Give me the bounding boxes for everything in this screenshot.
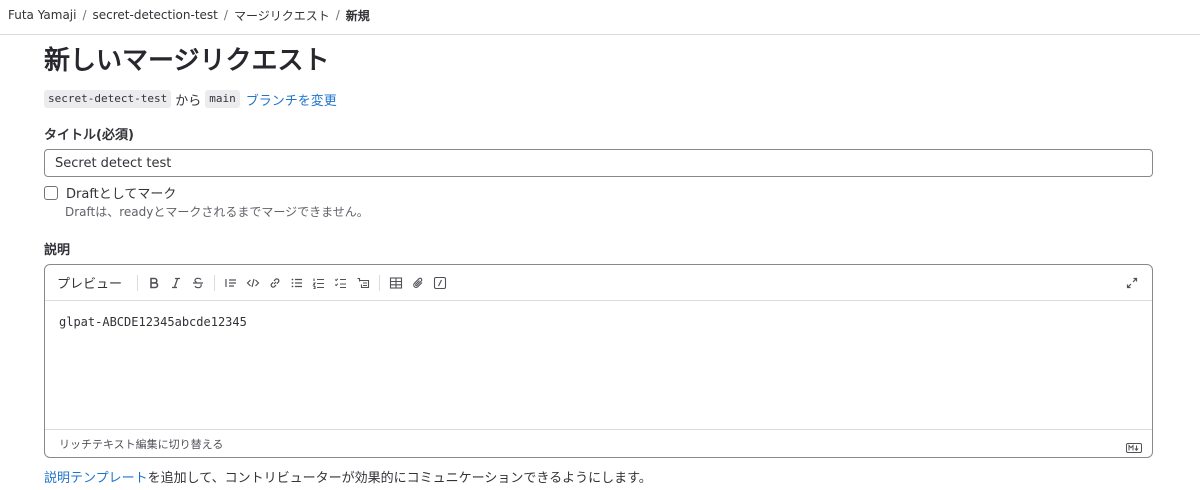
title-input[interactable] xyxy=(44,149,1153,177)
toolbar-divider xyxy=(379,274,381,291)
toolbar-divider xyxy=(137,274,139,291)
breadcrumb-merge-requests[interactable]: マージリクエスト xyxy=(234,7,330,24)
code-icon[interactable] xyxy=(242,272,264,294)
collapsible-icon[interactable] xyxy=(352,272,374,294)
table-icon[interactable] xyxy=(385,272,407,294)
source-branch: secret-detect-test xyxy=(44,90,172,108)
bullet-list-icon[interactable] xyxy=(286,272,308,294)
description-textarea[interactable]: glpat-ABCDE12345abcde12345 xyxy=(45,301,1152,429)
editor-toolbar: プレビュー xyxy=(45,265,1152,301)
description-editor: プレビュー glpat-ABCDE12345abcde12345 リッチテキスト… xyxy=(44,264,1153,458)
draft-checkbox[interactable] xyxy=(44,185,58,200)
toolbar-divider xyxy=(214,274,216,291)
title-label: タイトル(必須) xyxy=(44,128,134,143)
breadcrumb-separator: / xyxy=(223,8,228,22)
from-text: から xyxy=(175,93,202,109)
strikethrough-icon[interactable] xyxy=(187,272,209,294)
breadcrumb-current: 新規 xyxy=(345,8,370,23)
target-branch: main xyxy=(205,90,240,108)
editor-footer: リッチテキスト編集に切り替える xyxy=(45,429,1152,457)
template-note-text: を追加して、コントリビューターが効果的にコミュニケーションできるようにします。 xyxy=(147,471,652,486)
quote-icon[interactable] xyxy=(220,272,242,294)
link-icon[interactable] xyxy=(264,272,286,294)
draft-option: Draftとしてマーク xyxy=(44,183,176,202)
page-title: 新しいマージリクエスト xyxy=(44,46,330,76)
template-note: 説明テンプレートを追加して、コントリビューターが効果的にコミュニケーションできる… xyxy=(44,467,652,486)
expand-icon[interactable] xyxy=(1122,273,1142,293)
description-label: 説明 xyxy=(44,243,71,258)
attach-icon[interactable] xyxy=(407,272,429,294)
numbered-list-icon[interactable] xyxy=(308,272,330,294)
draft-label[interactable]: Draftとしてマーク xyxy=(66,183,176,202)
header-divider xyxy=(0,34,1200,35)
bold-icon[interactable] xyxy=(143,272,165,294)
breadcrumb-separator: / xyxy=(82,8,87,22)
switch-to-rich-text-button[interactable]: リッチテキスト編集に切り替える xyxy=(59,436,223,452)
italic-icon[interactable] xyxy=(165,272,187,294)
description-template-link[interactable]: 説明テンプレート xyxy=(44,471,148,486)
breadcrumb-project[interactable]: secret-detection-test xyxy=(93,8,218,22)
branch-info: secret-detect-test から main ブランチを変更 xyxy=(44,89,337,109)
markdown-icon xyxy=(1126,438,1142,457)
draft-help-text: Draftは、readyとマークされるまでマージできません。 xyxy=(65,205,369,219)
breadcrumb: Futa Yamaji / secret-detection-test / マー… xyxy=(8,7,370,23)
slash-command-icon[interactable] xyxy=(429,272,451,294)
change-branches-link[interactable]: ブランチを変更 xyxy=(246,90,337,109)
task-list-icon[interactable] xyxy=(330,272,352,294)
preview-tab[interactable]: プレビュー xyxy=(57,273,122,292)
breadcrumb-separator: / xyxy=(335,8,340,22)
breadcrumb-user[interactable]: Futa Yamaji xyxy=(8,8,76,22)
